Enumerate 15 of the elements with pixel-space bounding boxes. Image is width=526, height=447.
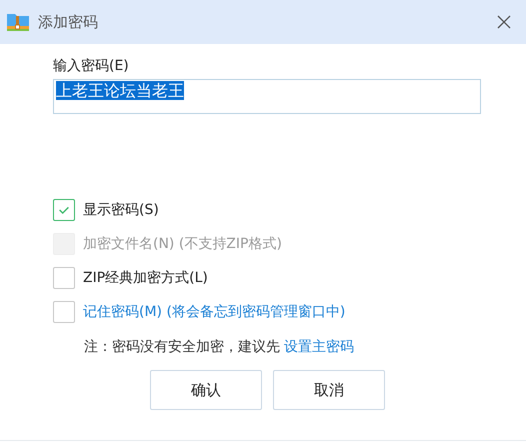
set-master-password-link[interactable]: 设置主密码 [284,338,354,356]
checkbox[interactable] [53,301,75,323]
option-link[interactable]: 记住密码(M) (将会备忘到密码管理窗口中) [83,303,346,321]
note-text: 注：密码没有安全加密，建议先 [84,338,280,356]
close-icon[interactable] [496,14,512,30]
checkbox-label: 加密文件名(N) (不支持ZIP格式) [83,235,282,253]
checkbox[interactable] [53,199,75,221]
checkbox-label: ZIP经典加密方式(L) [83,269,208,287]
cancel-button[interactable]: 取消 [273,370,385,410]
window-title: 添加密码 [38,12,99,32]
field-label: 输入密码(E) [53,57,129,75]
checkbox[interactable] [53,267,75,289]
password-field[interactable]: 上老王论坛当老王 [53,79,481,114]
checkbox-label: 显示密码(S) [83,201,159,219]
confirm-button[interactable]: 确认 [150,370,262,410]
